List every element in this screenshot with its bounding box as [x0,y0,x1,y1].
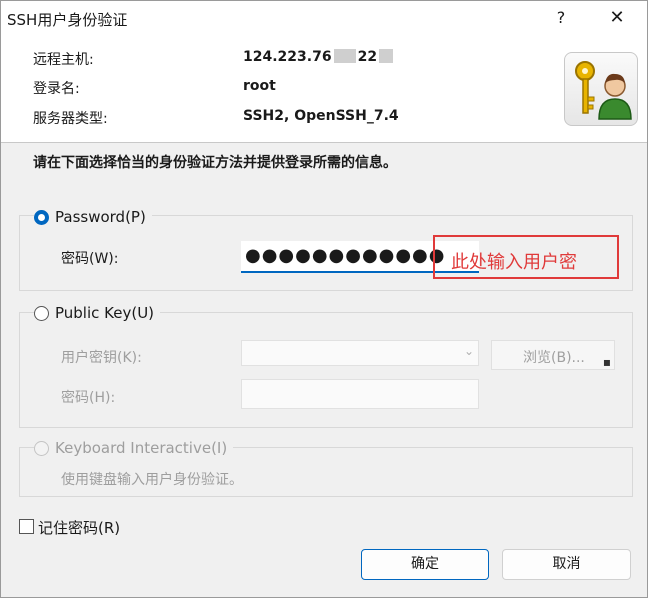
window-title: SSH用户身份验证 [7,11,128,29]
user-label: 登录名: [33,81,80,97]
key-user-icon [564,52,638,126]
connection-info: 远程主机: 124.223.76 22 登录名: root 服务器类型: SSH2… [1,34,647,142]
redacted-block [379,49,394,63]
password-option[interactable]: Password(P) [34,208,152,226]
keyboard-option-label: Keyboard Interactive(I) [55,439,228,457]
redacted-block [333,49,356,63]
cancel-button[interactable]: 取消 [502,549,631,580]
publickey-radio[interactable] [34,305,49,321]
annotation-text: 此处输入用户密 [451,252,577,273]
close-button[interactable]: ✕ [594,3,640,33]
host-value: 124.223.76 22 [243,49,395,65]
password-radio[interactable] [34,209,49,225]
password-option-label: Password(P) [55,208,146,226]
host-label: 远程主机: [33,52,94,68]
host-value-part1: 124.223.76 [243,49,332,65]
ssh-auth-dialog: SSH用户身份验证 ? ✕ 远程主机: 124.223.76 22 登录名: ro… [0,0,648,598]
ok-button[interactable]: 确定 [361,549,489,580]
browse-button[interactable]: 浏览(B)... ▪ [491,340,615,370]
title-bar: SSH用户身份验证 ? ✕ [1,1,647,34]
server-label: 服务器类型: [33,111,108,127]
keyboard-description: 使用键盘输入用户身份验证。 [61,472,243,488]
user-value: root [243,78,276,94]
remember-label[interactable]: 记住密码(R) [38,517,120,538]
remember-checkbox[interactable] [19,519,34,534]
password-field-label: 密码(W): [61,251,119,267]
dropdown-dot-icon: ▪ [602,355,611,369]
keyboard-option[interactable]: Keyboard Interactive(I) [34,439,234,457]
keyboard-radio[interactable] [34,440,49,456]
publickey-option[interactable]: Public Key(U) [34,304,161,322]
passphrase-input[interactable] [241,379,479,409]
separator [1,142,647,143]
passphrase-label: 密码(H): [61,390,116,406]
chevron-down-icon: ⌄ [463,344,474,358]
instruction-text: 请在下面选择恰当的身份验证方法并提供登录所需的信息。 [33,155,397,171]
user-key-select[interactable]: ⌄ [241,340,479,366]
host-value-part2: 22 [357,49,378,65]
user-key-label: 用户密钥(K): [61,350,142,366]
publickey-option-label: Public Key(U) [55,304,155,322]
help-button[interactable]: ? [538,3,584,33]
server-value: SSH2, OpenSSH_7.4 [243,108,399,124]
publickey-group [19,312,633,428]
annotation-box: 此处输入用户密 [433,235,619,279]
browse-label: 浏览(B)... [523,350,585,366]
password-value: ●●●●●●●●●●●● [245,245,446,266]
